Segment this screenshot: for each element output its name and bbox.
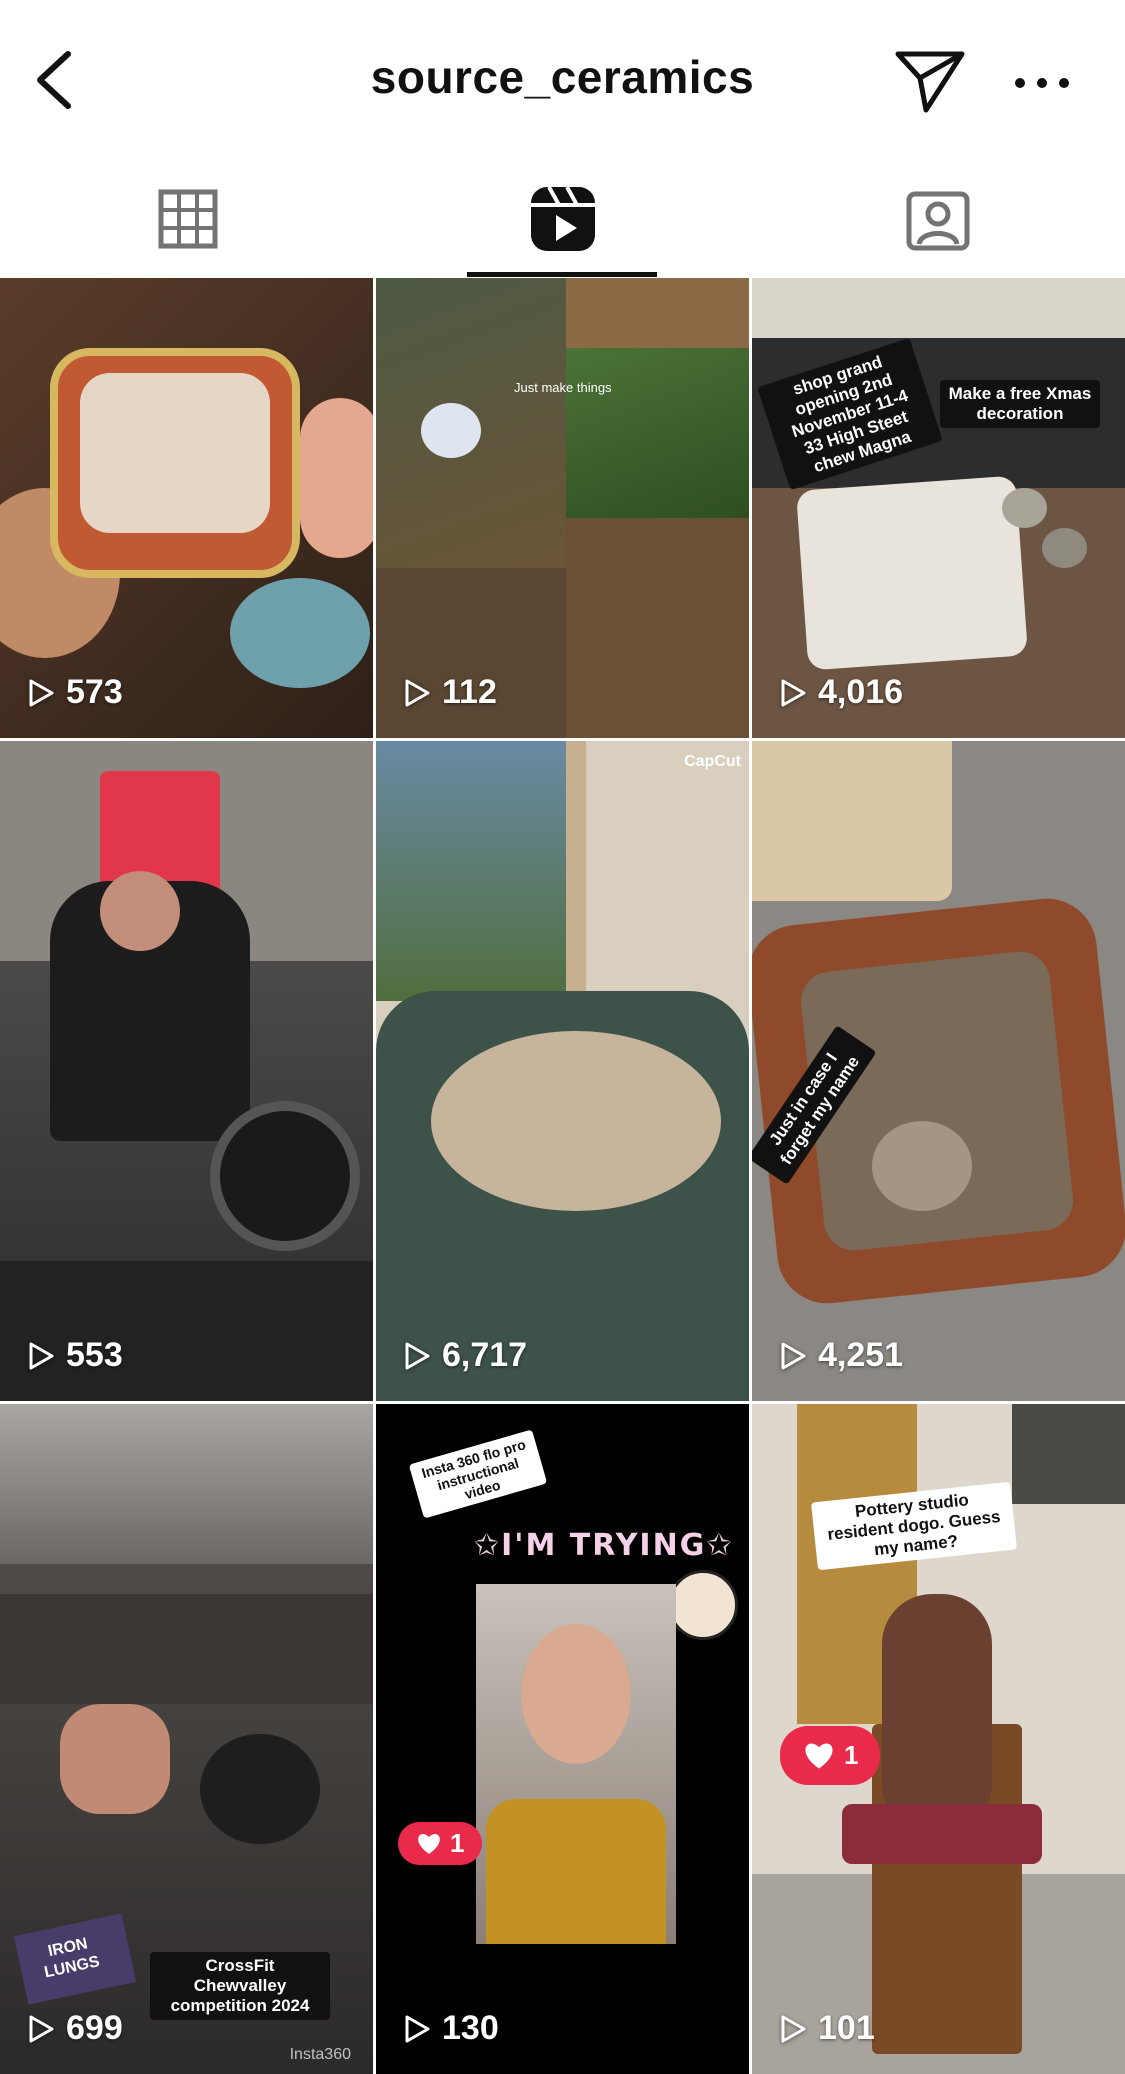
play-icon [781, 1342, 806, 1369]
reel-thumbnail[interactable]: Pottery studio resident dogo. Guess my n… [752, 1404, 1125, 2074]
reel-thumbnail[interactable]: 573 [0, 278, 373, 738]
tab-tagged[interactable] [750, 160, 1125, 278]
view-count: 112 [402, 673, 497, 712]
reel-thumbnail[interactable]: Insta 360 flo pro instructional video ✩I… [376, 1404, 749, 2074]
play-icon [781, 2015, 806, 2042]
view-count: 130 [402, 2009, 499, 2048]
view-count: 6,717 [402, 1336, 527, 1375]
more-horizontal-icon [1015, 78, 1069, 88]
active-tab-indicator [467, 272, 657, 277]
reel-caption-overlay: Make a free Xmas decoration [940, 380, 1100, 428]
play-icon [405, 2015, 430, 2042]
reel-caption-overlay: CrossFit Chewvalley competition 2024 [150, 1952, 330, 2020]
play-icon [781, 679, 806, 706]
reel-thumbnail[interactable]: Just in case I forget my name 4,251 [752, 741, 1125, 1401]
view-count: 553 [26, 1336, 123, 1375]
play-icon [29, 2015, 54, 2042]
reel-caption-overlay: Insta 360 flo pro instructional video [408, 1429, 548, 1519]
reel-thumbnail[interactable]: CapCut 6,717 [376, 741, 749, 1401]
paper-plane-icon [895, 51, 965, 113]
reel-thumbnail[interactable]: IRON LUNGS CrossFit Chewvalley competiti… [0, 1404, 373, 2074]
tab-posts-grid[interactable] [0, 160, 375, 278]
insta360-watermark: Insta360 [289, 2046, 351, 2063]
reel-caption-overlay: Just make things [514, 380, 612, 395]
reel-thumbnail[interactable]: Just make things 112 [376, 278, 749, 738]
capcut-watermark: CapCut [684, 753, 741, 770]
play-icon [405, 679, 430, 706]
view-count: 573 [26, 673, 123, 712]
reel-thumbnail[interactable]: shop grand opening 2nd November 11-4 33 … [752, 278, 1125, 738]
profile-header: source_ceramics [0, 0, 1125, 160]
share-button[interactable] [890, 44, 970, 118]
like-badge: 1 [780, 1726, 881, 1785]
reel-thumbnail[interactable]: 553 [0, 741, 373, 1401]
profile-tab-bar [0, 160, 1125, 278]
reels-icon [530, 186, 595, 251]
tagged-person-icon [906, 191, 969, 251]
view-count: 4,251 [778, 1336, 903, 1375]
reel-title-text: ✩I'M TRYING✩ [474, 1528, 734, 1563]
tab-reels[interactable] [375, 160, 750, 278]
play-icon [29, 679, 54, 706]
grid-icon [158, 189, 217, 249]
heart-icon [805, 1743, 833, 1768]
reels-grid: 573 Just make things 112 shop grand open… [0, 278, 1125, 2074]
view-count: 101 [778, 2009, 875, 2048]
view-count: 699 [26, 2009, 123, 2048]
play-icon [29, 1342, 54, 1369]
heart-icon [418, 1833, 440, 1854]
play-icon [405, 1342, 430, 1369]
view-count: 4,016 [778, 673, 903, 712]
like-badge: 1 [398, 1822, 483, 1865]
more-options-button[interactable] [1010, 58, 1074, 108]
